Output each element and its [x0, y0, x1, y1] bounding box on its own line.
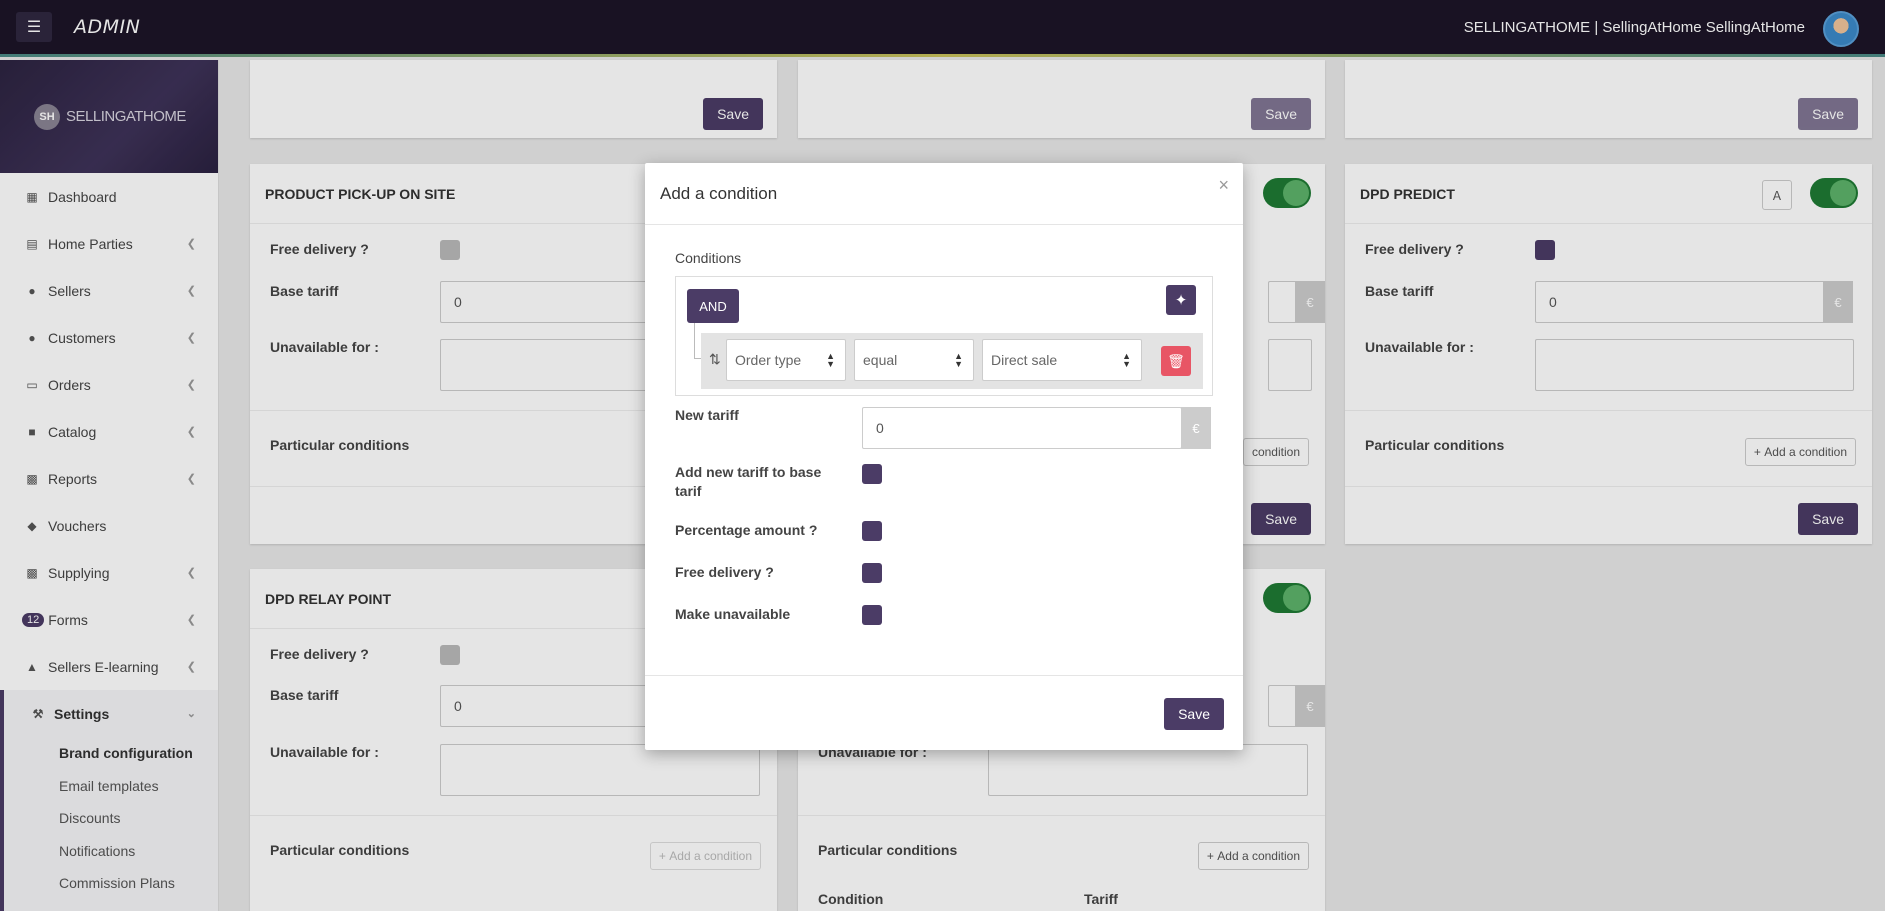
sort-icon: ▲ ▼ [954, 351, 963, 369]
rule-operator-select[interactable]: equal ▲ ▼ [854, 339, 974, 381]
modal-save-button[interactable]: Save [1164, 698, 1224, 730]
free-delivery-label: Free delivery ? [675, 564, 774, 580]
query-builder: AND ✦ ⇅ Order type ▲ ▼ equal ▲ ▼ Direct sa… [675, 276, 1213, 396]
percentage-amount-checkbox[interactable] [862, 521, 882, 541]
make-unavailable-checkbox[interactable] [862, 605, 882, 625]
conditions-label: Conditions [675, 250, 742, 266]
new-tariff-label: New tariff [675, 407, 739, 423]
sort-icon: ▲ ▼ [1122, 351, 1131, 369]
sort-icon: ▲ ▼ [826, 351, 835, 369]
free-delivery-checkbox[interactable] [862, 563, 882, 583]
rule-value-select[interactable]: Direct sale ▲ ▼ [982, 339, 1142, 381]
add-to-base-tariff-checkbox[interactable] [862, 464, 882, 484]
rule-field-select[interactable]: Order type ▲ ▼ [726, 339, 846, 381]
rule-row: ⇅ Order type ▲ ▼ equal ▲ ▼ Direct sale ▲ ▼ … [701, 333, 1203, 389]
add-condition-modal: Add a condition × Conditions AND ✦ ⇅ Ord… [645, 163, 1243, 750]
new-tariff-input[interactable]: 0 [862, 407, 1182, 449]
make-unavailable-label: Make unavailable [675, 606, 791, 622]
modal-title: Add a condition × [645, 163, 1243, 225]
currency-addon: € [1181, 407, 1211, 449]
add-rule-tag-icon[interactable]: ✦ [1166, 285, 1196, 315]
close-icon[interactable]: × [1218, 175, 1229, 196]
sort-handle-icon[interactable]: ⇅ [709, 351, 721, 368]
add-to-base-tariff-label: Add new tariff to base tarif [675, 464, 822, 499]
percentage-amount-label: Percentage amount ? [675, 522, 818, 538]
trash-icon[interactable]: 🗑 [1161, 346, 1191, 376]
and-button[interactable]: AND [687, 289, 739, 323]
